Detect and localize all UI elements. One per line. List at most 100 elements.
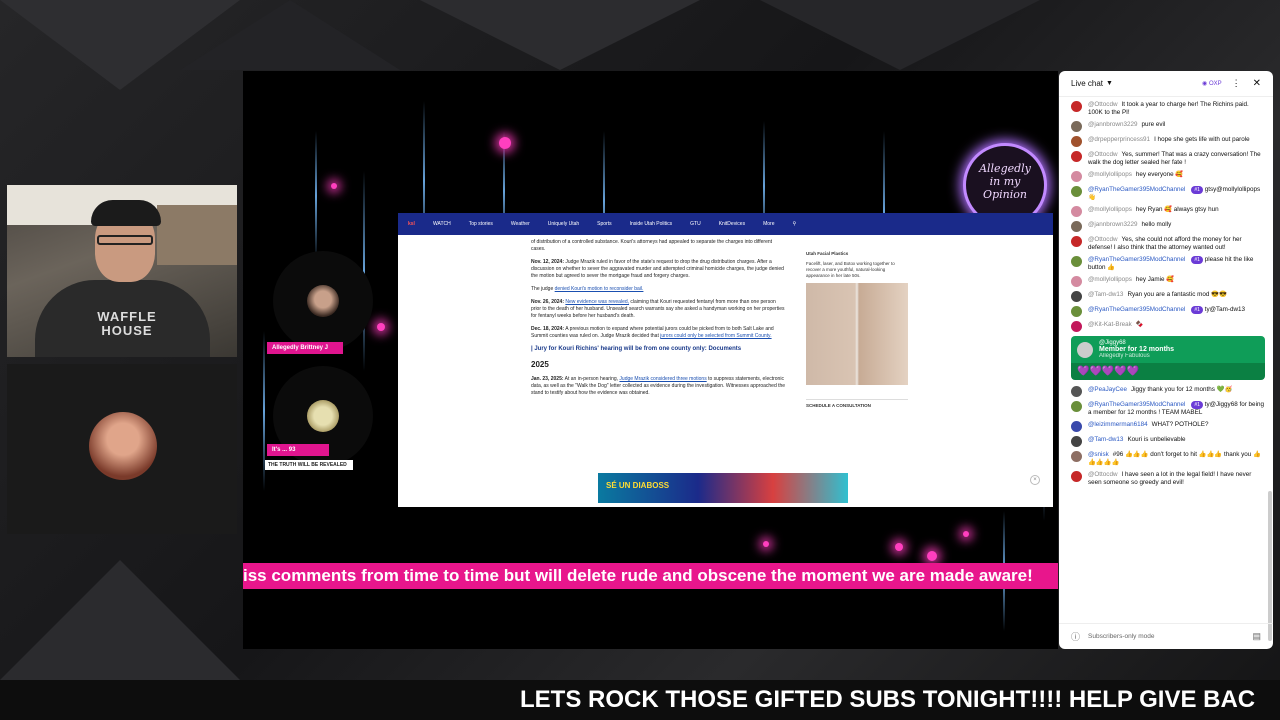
sidebar-ad[interactable]: Utah Facial Plastics Facelift, laser, an… — [806, 251, 908, 409]
chat-message[interactable]: @Ottocdw It took a year to charge her! Th… — [1059, 99, 1273, 119]
chat-message[interactable]: @jannbrown3229 pure evil — [1059, 119, 1273, 134]
user-avatar[interactable] — [1071, 386, 1082, 397]
article-paragraph: Jan. 23, 2025: At an in-person hearing, … — [531, 376, 786, 397]
article-link[interactable]: jurors could only be selected from Summi… — [660, 333, 771, 339]
chat-message[interactable]: @mollylollipops hey everyone 🥰 — [1059, 169, 1273, 184]
message-author[interactable]: @RyanTheGamer395ModChannel — [1088, 256, 1185, 263]
date-label: Nov. 26, 2024: — [531, 299, 564, 305]
close-icon[interactable]: ✕ — [1253, 78, 1261, 89]
user-avatar[interactable] — [1071, 221, 1082, 232]
glow-dot — [927, 551, 937, 561]
related-link[interactable]: | Jury for Kouri Richins' hearing will b… — [531, 346, 786, 353]
chat-message[interactable]: @PeaJayCee Jiggy thank you for 12 months … — [1059, 384, 1273, 399]
chat-message[interactable]: @Kit-Kat-Break 🍫 — [1059, 319, 1273, 334]
close-icon[interactable]: × — [1030, 475, 1040, 485]
user-avatar[interactable] — [1071, 276, 1082, 287]
chevron-down-icon[interactable]: ▼ — [1106, 80, 1113, 87]
chat-message[interactable]: @Ottocdw Yes, summer! That was a crazy co… — [1059, 149, 1273, 169]
nav-item[interactable]: Sports — [597, 221, 611, 227]
bottom-ad-banner[interactable]: SÉ UN DIABOSS — [598, 473, 848, 503]
wallet-icon[interactable]: ▤ — [1252, 631, 1261, 642]
message-author[interactable]: @snisk — [1088, 451, 1109, 458]
glow-dot — [763, 541, 769, 547]
chat-message[interactable]: @Tam-dw13 Kouri is unbelievable — [1059, 434, 1273, 449]
message-author[interactable]: @Ottocdw — [1088, 236, 1118, 243]
message-author[interactable]: @Ottocdw — [1088, 101, 1118, 108]
nav-item[interactable]: GTU — [690, 221, 701, 227]
message-body: @drpepperprincess91 I hope she gets life … — [1088, 136, 1250, 144]
message-author[interactable]: @Tam-dw13 — [1088, 291, 1123, 298]
chat-message[interactable]: @RyanTheGamer395ModChannel #1 please hit … — [1059, 254, 1273, 274]
message-author[interactable]: @Ottocdw — [1088, 151, 1118, 158]
message-author[interactable]: @jannbrown3229 — [1088, 121, 1137, 128]
chat-message[interactable]: @Ottocdw I have seen a lot in the legal f… — [1059, 469, 1273, 489]
message-author[interactable]: @Kit-Kat-Break — [1088, 321, 1132, 328]
nav-item[interactable]: Weather — [511, 221, 530, 227]
user-avatar[interactable] — [1071, 236, 1082, 247]
user-avatar[interactable] — [1071, 471, 1082, 482]
chat-message[interactable]: @mollylollipops hey Ryan 🥰 always gtsy hu… — [1059, 204, 1273, 219]
chat-title[interactable]: Live chat — [1071, 79, 1103, 88]
user-avatar[interactable] — [1071, 186, 1082, 197]
nav-item[interactable]: WATCH — [433, 221, 451, 227]
user-avatar[interactable] — [1071, 256, 1082, 267]
message-author[interactable]: @PeaJayCee — [1088, 386, 1127, 393]
message-author[interactable]: @mollylollipops — [1088, 206, 1132, 213]
chat-message[interactable]: @RyanTheGamer395ModChannel #1 ty@Jiggy68 … — [1059, 399, 1273, 419]
message-author[interactable]: @RyanTheGamer395ModChannel — [1088, 186, 1185, 193]
date-label: Jan. 23, 2025: — [531, 376, 564, 382]
user-avatar[interactable] — [1071, 291, 1082, 302]
message-author[interactable]: @Tam-dw13 — [1088, 436, 1123, 443]
user-avatar[interactable] — [1077, 341, 1093, 358]
message-author[interactable]: @RyanTheGamer395ModChannel — [1088, 306, 1185, 313]
article-link[interactable]: Judge Mrazik considered three motions — [619, 376, 706, 382]
chat-scrollbar[interactable] — [1268, 491, 1272, 641]
chat-message[interactable]: @Ottocdw Yes, she could not afford the mo… — [1059, 234, 1273, 254]
message-author[interactable]: @mollylollipops — [1088, 276, 1132, 283]
user-avatar[interactable] — [1071, 321, 1082, 332]
chat-message[interactable]: @jannbrown3229 hello molly — [1059, 219, 1273, 234]
chat-message[interactable]: @leizimmerman6184 WHAT? POTHOLE? — [1059, 419, 1273, 434]
message-author[interactable]: @RyanTheGamer395ModChannel — [1088, 401, 1185, 408]
nav-item[interactable]: Uniquely Utah — [548, 221, 579, 227]
article-link[interactable]: denied Kouri's motion to reconsider bail… — [555, 286, 644, 292]
chat-message[interactable]: @mollylollipops hey Jamie 🥰 — [1059, 274, 1273, 289]
message-author[interactable]: @Ottocdw — [1088, 471, 1118, 478]
user-avatar[interactable] — [1071, 121, 1082, 132]
user-avatar[interactable] — [1071, 136, 1082, 147]
message-author[interactable]: @mollylollipops — [1088, 171, 1132, 178]
user-avatar[interactable] — [1071, 206, 1082, 217]
bg-triangle — [180, 0, 400, 70]
message-body: @jannbrown3229 hello molly — [1088, 221, 1171, 229]
message-author[interactable]: @jannbrown3229 — [1088, 221, 1137, 228]
user-avatar[interactable] — [1071, 436, 1082, 447]
article-link[interactable]: New evidence was revealed, — [565, 299, 629, 305]
message-author[interactable]: @drpepperprincess91 — [1088, 136, 1150, 143]
chat-message[interactable]: @Tam-dw13 Ryan you are a fantastic mod 😎😎 — [1059, 289, 1273, 304]
user-avatar[interactable] — [1071, 401, 1082, 412]
glow-dot — [377, 323, 385, 331]
nav-item[interactable]: More — [763, 221, 774, 227]
more-options-icon[interactable]: ⋮ — [1232, 78, 1241, 89]
user-avatar[interactable] — [1071, 151, 1082, 162]
user-avatar[interactable] — [1071, 451, 1082, 462]
nav-item[interactable]: Top stories — [469, 221, 493, 227]
user-avatar[interactable] — [1071, 101, 1082, 112]
chat-message[interactable]: @RyanTheGamer395ModChannel #1 gtsy@mollyl… — [1059, 184, 1273, 204]
info-icon[interactable]: ⓘ — [1071, 630, 1080, 643]
message-author[interactable]: @leizimmerman6184 — [1088, 421, 1148, 428]
search-icon[interactable]: ⚲ — [793, 221, 797, 227]
nav-item[interactable]: Inside Utah Politics — [630, 221, 673, 227]
glow-dot — [895, 543, 903, 551]
chat-message[interactable]: @snisk #96 👍👍👍 don't forget to hit 👍👍👍 th… — [1059, 449, 1273, 469]
chat-message[interactable]: @drpepperprincess91 I hope she gets life … — [1059, 134, 1273, 149]
nav-item[interactable]: KnitDevices — [719, 221, 745, 227]
user-avatar[interactable] — [1071, 421, 1082, 432]
guest-name-badge: It's ... 93 — [267, 444, 329, 456]
user-avatar[interactable] — [1071, 171, 1082, 182]
user-avatar[interactable] — [1071, 306, 1082, 317]
chat-message[interactable]: @RyanTheGamer395ModChannel #1 ty@Tam-dw13 — [1059, 304, 1273, 319]
points-badge[interactable]: ◉ OXP — [1202, 80, 1222, 87]
ad-cta[interactable]: SCHEDULE A CONSULTATION — [806, 399, 908, 409]
message-body: @RyanTheGamer395ModChannel #1 ty@Jiggy68 … — [1088, 401, 1265, 417]
